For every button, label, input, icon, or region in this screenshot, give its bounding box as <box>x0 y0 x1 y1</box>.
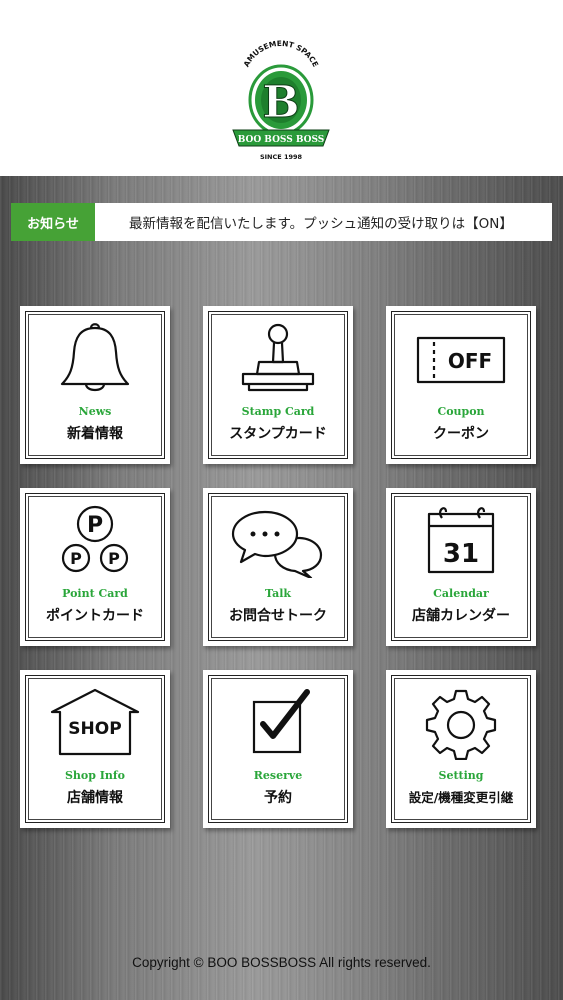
tile-title-jp: 予約 <box>264 790 292 806</box>
calendar-icon: 31 <box>427 507 495 574</box>
tile-stamp-card[interactable]: Stamp Card スタンプカード <box>203 306 353 464</box>
svg-text:P: P <box>87 513 103 538</box>
main-content: お知らせ 最新情報を配信いたします。プッシュ通知の受け取りは【ON】 News … <box>0 176 563 1000</box>
svg-text:OFF: OFF <box>448 349 492 373</box>
brand-logo: AMUSEMENT SPACE B BOO BOSS BOSS SINCE 19… <box>232 39 330 161</box>
shop-icon: SHOP <box>50 688 140 756</box>
tile-coupon[interactable]: OFF Coupon クーポン <box>386 306 536 464</box>
tile-title-en: Stamp Card <box>241 405 315 418</box>
tile-title-jp: お問合せトーク <box>229 608 327 624</box>
stamp-icon <box>241 323 315 392</box>
tile-point-card[interactable]: P P P Point Card ポイントカード <box>20 488 170 646</box>
tile-title-en: Reserve <box>253 769 303 782</box>
svg-text:P: P <box>108 549 120 568</box>
svg-text:BOO BOSS BOSS: BOO BOSS BOSS <box>238 135 325 145</box>
tile-title-jp: ポイントカード <box>46 608 144 624</box>
tile-title-jp: 店舗カレンダー <box>412 608 510 624</box>
tile-title-en: Talk <box>264 587 292 600</box>
gear-icon <box>425 689 497 760</box>
svg-text:AMUSEMENT SPACE: AMUSEMENT SPACE <box>242 39 321 69</box>
svg-text:SHOP: SHOP <box>68 719 121 739</box>
svg-text:SINCE 1998: SINCE 1998 <box>260 153 303 161</box>
tile-title-en: Point Card <box>62 587 128 600</box>
tile-title-en: Calendar <box>433 587 489 600</box>
tile-title-jp: 新着情報 <box>67 426 123 442</box>
tile-title-en: Setting <box>438 769 484 782</box>
tile-title-jp: 店舗情報 <box>67 790 123 806</box>
coupon-icon: OFF <box>416 336 506 384</box>
tile-title-en: Coupon <box>437 405 485 418</box>
tile-shop-info[interactable]: SHOP Shop Info 店舗情報 <box>20 670 170 828</box>
tile-setting[interactable]: Setting 設定/機種変更引継 <box>386 670 536 828</box>
bell-icon <box>60 323 130 392</box>
app-header: AMUSEMENT SPACE B BOO BOSS BOSS SINCE 19… <box>0 0 563 176</box>
news-ticker-bar[interactable]: お知らせ 最新情報を配信いたします。プッシュ通知の受け取りは【ON】 <box>11 203 552 241</box>
checkbox-icon <box>252 689 310 754</box>
news-message[interactable]: 最新情報を配信いたします。プッシュ通知の受け取りは【ON】 <box>95 203 552 241</box>
tile-title-jp: スタンプカード <box>229 426 327 442</box>
tile-title-en: Shop Info <box>64 769 125 782</box>
chat-bubbles-icon <box>231 510 323 578</box>
tile-title-jp: 設定/機種変更引継 <box>408 790 514 805</box>
points-icon: P P P <box>61 505 129 573</box>
news-label: お知らせ <box>11 203 95 241</box>
tile-talk[interactable]: Talk お問合せトーク <box>203 488 353 646</box>
tile-title-jp: クーポン <box>433 426 489 442</box>
svg-text:B: B <box>262 77 299 128</box>
tile-calendar[interactable]: 31 Calendar 店舗カレンダー <box>386 488 536 646</box>
copyright-footer: Copyright © BOO BOSSBOSS All rights rese… <box>132 955 431 970</box>
tile-title-en: News <box>78 405 112 418</box>
svg-text:31: 31 <box>443 539 479 569</box>
tile-news[interactable]: News 新着情報 <box>20 306 170 464</box>
tile-reserve[interactable]: Reserve 予約 <box>203 670 353 828</box>
svg-text:P: P <box>70 549 82 568</box>
